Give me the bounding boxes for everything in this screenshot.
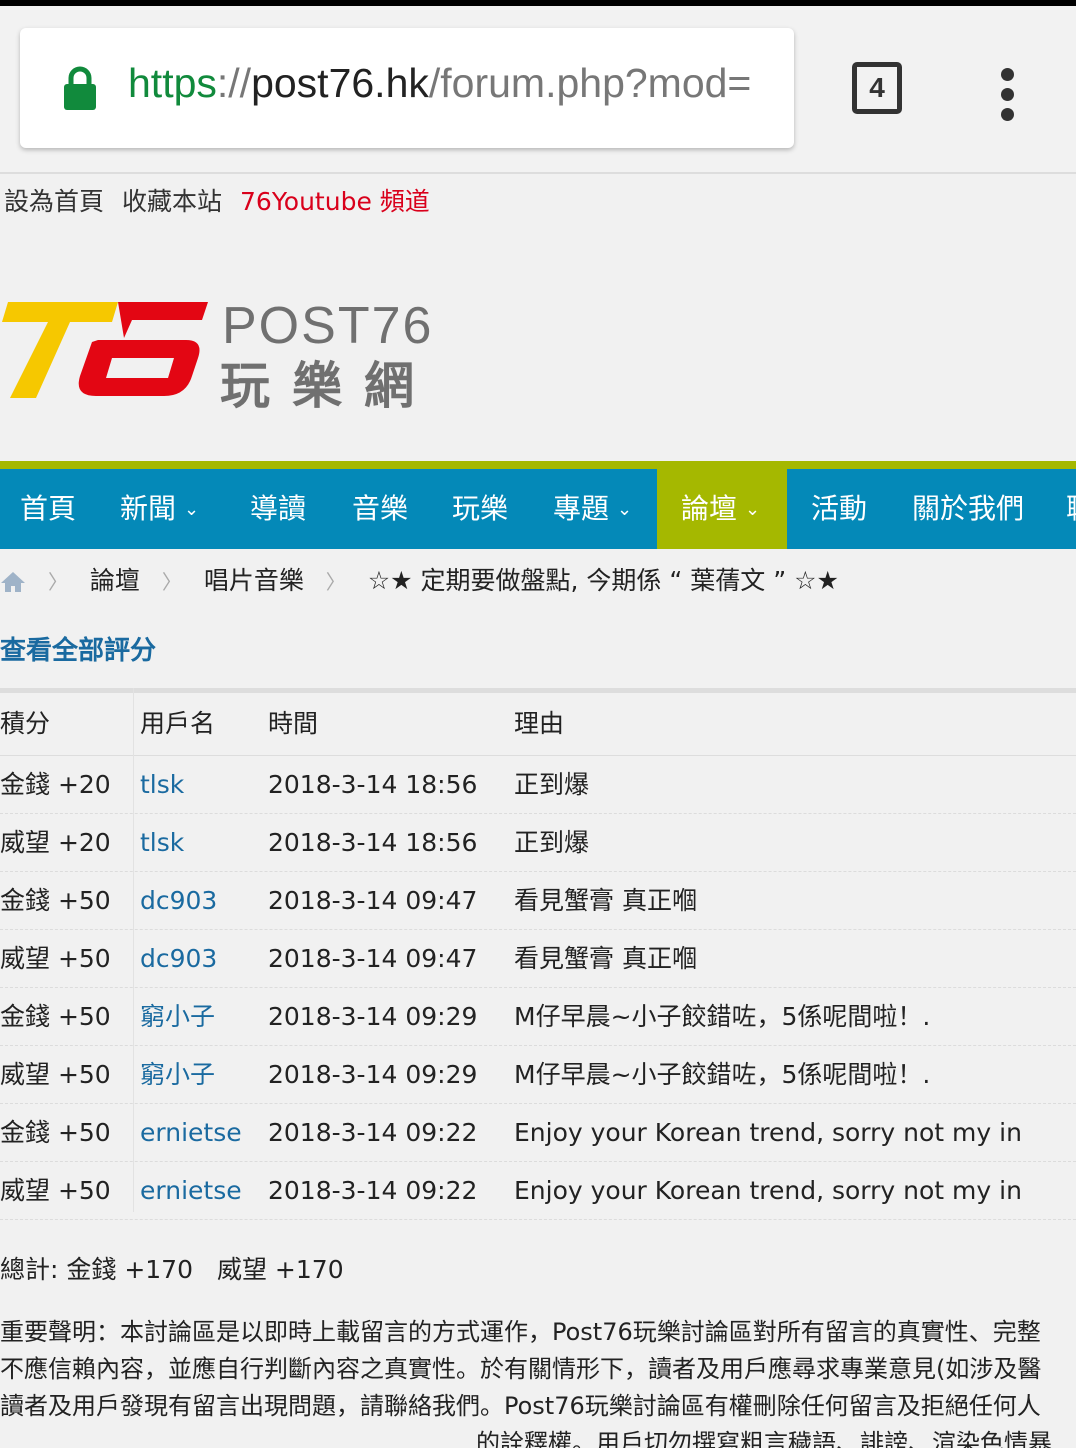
lock-icon bbox=[64, 66, 96, 110]
header-username: 用戶名 bbox=[140, 709, 216, 738]
nav-events[interactable]: 活動 bbox=[811, 469, 867, 549]
column-divider bbox=[133, 688, 134, 1212]
nav-music[interactable]: 音樂 bbox=[352, 469, 408, 549]
overflow-menu-icon[interactable] bbox=[996, 68, 1018, 122]
site-header: POST76 玩樂網 bbox=[0, 236, 1076, 461]
home-icon[interactable] bbox=[0, 571, 26, 593]
table-row: 威望 +50 ernietse 2018-3-14 09:22 Enjoy your … bbox=[0, 1162, 1076, 1220]
breadcrumb-separator: 〉 bbox=[161, 570, 182, 594]
nav-contact[interactable]: 聯 bbox=[1066, 469, 1076, 549]
breadcrumb-board[interactable]: 唱片音樂 bbox=[204, 566, 304, 595]
header-reason: 理由 bbox=[514, 709, 565, 738]
nav-features[interactable]: 專題 ⌄ bbox=[553, 469, 632, 549]
table-row: 金錢 +50 dc903 2018-3-14 09:47 看見蟹膏 真正嗰 bbox=[0, 872, 1076, 930]
breadcrumb-thread[interactable]: ☆★ 定期要做盤點, 今期係 “ 葉蒨文 ” ☆★ bbox=[368, 566, 839, 595]
table-header: 積分 用戶名 時間 理由 bbox=[0, 688, 1076, 756]
user-link[interactable]: ernietse bbox=[140, 1104, 242, 1161]
breadcrumb-separator: 〉 bbox=[325, 570, 346, 594]
ratings-table: 積分 用戶名 時間 理由 金錢 +20 tlsk 2018-3-14 18:56 正到… bbox=[0, 688, 1076, 1220]
chevron-down-icon: ⌄ bbox=[184, 499, 200, 520]
user-link[interactable]: tlsk bbox=[140, 756, 184, 813]
user-link[interactable]: dc903 bbox=[140, 872, 217, 929]
total-reputation: 威望 +170 bbox=[216, 1255, 344, 1284]
table-row: 金錢 +50 窮小子 2018-3-14 09:29 M仔早晨~小子餃錯咗，5係呢間啦… bbox=[0, 988, 1076, 1046]
youtube-channel-link[interactable]: 76Youtube 頻道 bbox=[240, 187, 430, 216]
table-row: 威望 +50 dc903 2018-3-14 09:47 看見蟹膏 真正嗰 bbox=[0, 930, 1076, 988]
table-row: 金錢 +20 tlsk 2018-3-14 18:56 正到爆 bbox=[0, 756, 1076, 814]
breadcrumb-forum[interactable]: 論壇 bbox=[90, 566, 140, 595]
top-links: 設為首頁 收藏本站 76Youtube 頻道 bbox=[0, 172, 1076, 237]
browser-toolbar: https://post76.hk/forum.php?mod= 4 bbox=[0, 6, 1076, 172]
user-link[interactable]: 窮小子 bbox=[140, 1046, 215, 1103]
page-title: 查看全部評分 bbox=[0, 636, 157, 666]
chevron-down-icon: ⌄ bbox=[617, 499, 633, 520]
header-time: 時間 bbox=[268, 709, 319, 738]
nav-news[interactable]: 新聞 ⌄ bbox=[120, 469, 199, 549]
user-link[interactable]: ernietse bbox=[140, 1162, 242, 1219]
breadcrumb: 〉 論壇 〉 唱片音樂 〉 ☆★ 定期要做盤點, 今期係 “ 葉蒨文 ” ☆★ bbox=[0, 555, 839, 607]
ratings-total: 總計: 金錢 +170 威望 +170 bbox=[0, 1250, 368, 1286]
chevron-down-icon: ⌄ bbox=[745, 499, 761, 520]
user-link[interactable]: tlsk bbox=[140, 814, 184, 871]
post76-logo[interactable] bbox=[0, 292, 210, 402]
nav-home[interactable]: 首頁 bbox=[20, 469, 76, 549]
address-bar[interactable]: https://post76.hk/forum.php?mod= bbox=[20, 28, 794, 148]
nav-forum[interactable]: 論壇 ⌄ bbox=[657, 469, 787, 549]
user-link[interactable]: 窮小子 bbox=[140, 988, 215, 1045]
total-money: 總計: 金錢 +170 bbox=[0, 1255, 193, 1284]
user-link[interactable]: dc903 bbox=[140, 930, 217, 987]
breadcrumb-separator: 〉 bbox=[47, 570, 68, 594]
nav-about[interactable]: 關於我們 bbox=[912, 469, 1024, 549]
table-row: 威望 +50 窮小子 2018-3-14 09:29 M仔早晨~小子餃錯咗，5係呢間啦… bbox=[0, 1046, 1076, 1104]
tab-switcher-button[interactable]: 4 bbox=[852, 62, 902, 114]
nav-guide[interactable]: 導讀 bbox=[250, 469, 306, 549]
brand-chinese: 玩樂網 bbox=[220, 357, 436, 415]
disclaimer-text: 重要聲明：本討論區是以即時上載留言的方式運作，Post76玩樂討論區對所有留言的… bbox=[0, 1318, 1052, 1448]
url-text[interactable]: https://post76.hk/forum.php?mod= bbox=[128, 60, 783, 107]
table-row: 威望 +20 tlsk 2018-3-14 18:56 正到爆 bbox=[0, 814, 1076, 872]
table-row: 金錢 +50 ernietse 2018-3-14 09:22 Enjoy your … bbox=[0, 1104, 1076, 1162]
nav-entertainment[interactable]: 玩樂 bbox=[452, 469, 508, 549]
header-points: 積分 bbox=[0, 709, 51, 738]
bookmark-site-link[interactable]: 收藏本站 bbox=[122, 187, 222, 216]
main-nav: 首頁 新聞⌄ 導讀 音樂 玩樂 專題⌄ 論壇⌄ 活動 關於我們 聯 bbox=[0, 461, 1076, 549]
set-homepage-link[interactable]: 設為首頁 bbox=[4, 187, 104, 216]
